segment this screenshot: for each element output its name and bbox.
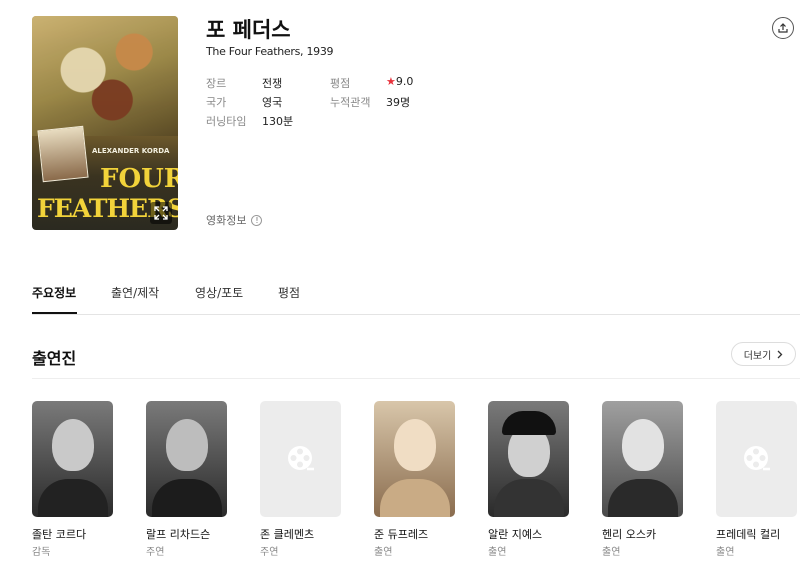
movie-subtitle: The Four Feathers, 1939 — [206, 45, 334, 58]
tab-cast-crew[interactable]: 출연/제작 — [111, 284, 159, 314]
cast-role: 주연 — [146, 547, 165, 558]
info-icon: ! — [251, 214, 263, 226]
movie-info-link[interactable]: 영화정보 ! — [206, 212, 263, 228]
meta-country-value: 영국 — [262, 96, 283, 109]
cast-name: 헨리 오스카 — [602, 528, 657, 541]
meta-genre-value: 전쟁 — [262, 77, 283, 90]
meta-genre-label: 장르 — [206, 77, 227, 90]
more-label: 더보기 — [743, 350, 772, 362]
poster-artwork — [32, 16, 178, 136]
meta-audience-label: 누적관객 — [330, 96, 371, 109]
cast-role: 출연 — [488, 547, 507, 558]
cast-photo — [602, 401, 683, 517]
star-icon: ★ — [386, 75, 396, 88]
chevron-right-icon — [777, 350, 783, 358]
cast-name: 준 듀프레즈 — [374, 528, 429, 541]
cast-name: 프레데릭 컬리 — [716, 528, 781, 541]
share-button[interactable] — [772, 17, 794, 39]
meta-runtime-label: 러닝타임 — [206, 115, 247, 128]
tab-main-info[interactable]: 주요정보 — [32, 284, 77, 314]
cast-name: 알란 지예스 — [488, 528, 543, 541]
cast-role: 출연 — [602, 547, 621, 558]
tab-reviews[interactable]: 평점 — [278, 284, 300, 314]
cast-role: 출연 — [716, 547, 735, 558]
meta-audience-value: 39명 — [386, 96, 411, 109]
meta-runtime-value: 130분 — [262, 115, 294, 128]
cast-card[interactable]: 준 듀프레즈 출연 — [374, 401, 455, 558]
poster-credit: ALEXANDER KORDA — [92, 147, 170, 155]
cast-section-title: 출연진 — [32, 349, 77, 368]
poster-inset-photo — [37, 125, 89, 183]
tab-bar: 주요정보 출연/제작 영상/포토 평점 — [32, 284, 800, 315]
cast-role: 주연 — [260, 547, 279, 558]
section-divider — [32, 378, 800, 379]
cast-card[interactable]: 존 클레멘츠 주연 — [260, 401, 341, 558]
share-icon — [778, 23, 788, 33]
rating-number: 9.0 — [395, 75, 414, 88]
film-reel-icon — [288, 446, 314, 471]
cast-role: 출연 — [374, 547, 393, 558]
cast-card[interactable]: 헨리 오스카 출연 — [602, 401, 683, 558]
cast-name: 랄프 리차드슨 — [146, 528, 211, 541]
movie-info-label: 영화정보 — [206, 214, 247, 227]
cast-photo — [146, 401, 227, 517]
cast-card[interactable]: 프레데릭 컬리 출연 — [716, 401, 797, 558]
cast-photo — [374, 401, 455, 517]
more-button[interactable]: 더보기 — [731, 342, 796, 366]
movie-poster[interactable]: ALEXANDER KORDA FOUR FEATHERS — [32, 16, 178, 230]
cast-card[interactable]: 알란 지예스 출연 — [488, 401, 569, 558]
cast-photo-placeholder — [716, 401, 797, 517]
cast-card[interactable]: 졸탄 코르다 감독 — [32, 401, 113, 558]
cast-card[interactable]: 랄프 리차드슨 주연 — [146, 401, 227, 558]
poster-title-line1: FOUR — [100, 164, 178, 194]
cast-role: 감독 — [32, 547, 51, 558]
cast-photo — [488, 401, 569, 517]
meta-rating-label: 평점 — [330, 77, 351, 90]
movie-title: 포 페더스 — [206, 18, 291, 42]
cast-name: 존 클레멘츠 — [260, 528, 315, 541]
cast-photo — [32, 401, 113, 517]
tab-video-photo[interactable]: 영상/포토 — [195, 284, 243, 314]
film-reel-icon — [744, 446, 770, 471]
cast-name: 졸탄 코르다 — [32, 528, 87, 541]
meta-country-label: 국가 — [206, 96, 227, 109]
meta-rating-value: ★9.0 — [386, 75, 413, 88]
expand-icon[interactable] — [150, 202, 172, 224]
cast-photo-placeholder — [260, 401, 341, 517]
